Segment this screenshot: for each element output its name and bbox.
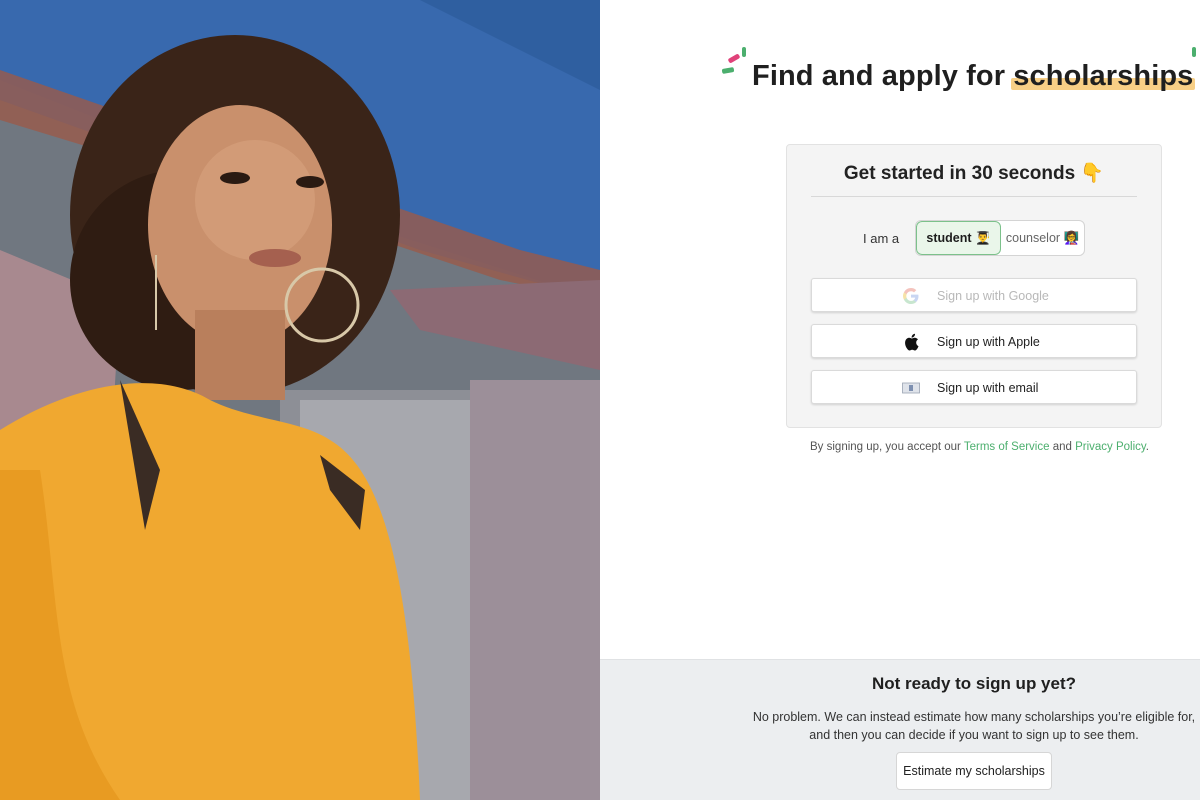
signup-google-label: Sign up with Google	[937, 289, 1049, 303]
legal-prefix: By signing up, you accept our	[810, 441, 964, 453]
footer-description: No problem. We can instead estimate how …	[750, 708, 1198, 744]
role-option-counselor[interactable]: counselor 👩‍🏫	[1001, 221, 1084, 255]
role-option-student[interactable]: student 👨‍🎓	[916, 221, 1001, 255]
signup-card: Get started in 30 seconds 👇 I am a stude…	[786, 144, 1162, 428]
decorative-spark-icon	[727, 53, 741, 64]
legal-and: and	[1049, 441, 1076, 453]
google-icon	[902, 287, 920, 305]
privacy-policy-link[interactable]: Privacy Policy	[1075, 441, 1146, 453]
terms-of-service-link[interactable]: Terms of Service	[964, 441, 1050, 453]
footer-text-line-1: No problem. We can instead estimate how …	[752, 710, 1196, 724]
headline-highlight: scholarships	[1013, 60, 1194, 92]
role-toggle: student 👨‍🎓 counselor 👩‍🏫	[915, 220, 1085, 256]
apple-icon	[902, 333, 920, 351]
signup-panel: Find and apply for scholarships Get star…	[600, 0, 1200, 800]
signup-email-button[interactable]: Sign up with email	[811, 370, 1137, 404]
legal-notice: By signing up, you accept our Terms of S…	[810, 441, 1149, 453]
signup-email-label: Sign up with email	[937, 381, 1039, 395]
signup-card-title: Get started in 30 seconds 👇	[843, 163, 1105, 184]
footer-title: Not ready to sign up yet?	[871, 674, 1077, 693]
estimate-scholarships-button[interactable]: Estimate my scholarships	[896, 752, 1052, 790]
card-divider	[811, 196, 1137, 197]
page-headline: Find and apply for scholarships	[752, 60, 1193, 93]
decorative-spark-icon	[742, 47, 746, 57]
decorative-spark-icon	[721, 66, 735, 75]
estimate-footer: Not ready to sign up yet? No problem. We…	[600, 659, 1200, 800]
signup-google-button[interactable]: Sign up with Google	[811, 278, 1137, 312]
footer-text-line-2: and then you can decide if you want to s…	[809, 728, 1139, 742]
role-label: I am a	[863, 231, 900, 246]
legal-suffix: .	[1145, 441, 1149, 453]
email-icon	[902, 379, 920, 397]
hero-photo	[0, 0, 600, 800]
headline-prefix: Find and apply for	[752, 60, 1014, 92]
signup-apple-label: Sign up with Apple	[937, 335, 1040, 349]
decorative-spark-icon	[1192, 47, 1196, 57]
signup-apple-button[interactable]: Sign up with Apple	[811, 324, 1137, 358]
student-portrait-image	[0, 0, 600, 800]
